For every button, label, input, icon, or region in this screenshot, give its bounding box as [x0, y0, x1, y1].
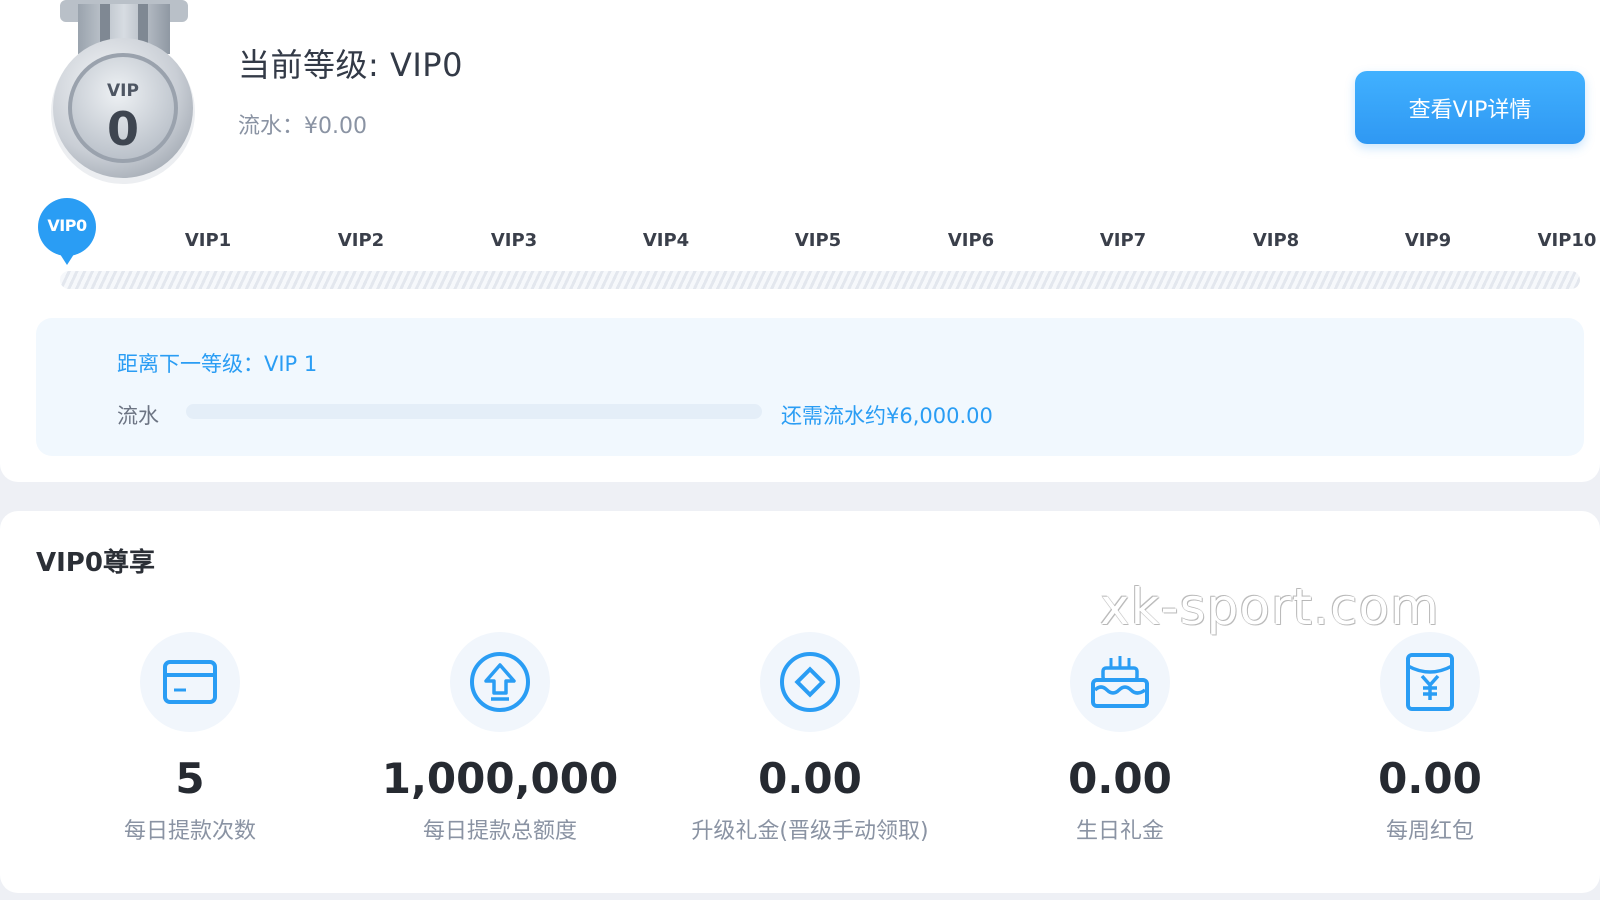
current-level-title: 当前等级: VIP0: [238, 46, 463, 84]
perk-value: 1,000,000: [381, 754, 619, 803]
level-vip9: VIP9: [1404, 230, 1452, 251]
next-level-panel: [36, 318, 1584, 456]
next-level-label: 距离下一等级：VIP 1: [117, 352, 318, 376]
current-level-pin-label: VIP0: [47, 216, 87, 235]
level-vip4: VIP4: [642, 230, 690, 251]
level-vip3: VIP3: [490, 230, 538, 251]
perk-value: 5: [175, 754, 205, 803]
flow-label: 流水: [117, 404, 159, 428]
perk-label: 每日提款次数: [123, 819, 256, 844]
flow-progress-bar: [186, 404, 762, 419]
perk-label: 每周红包: [1385, 819, 1474, 844]
birthday-cake-icon: [1070, 632, 1170, 732]
view-vip-details-button[interactable]: 查看VIP详情: [1355, 71, 1585, 144]
watermark: xk-sport.com: [1100, 578, 1440, 636]
perk-label: 每日提款总额度: [422, 819, 577, 844]
perk-label: 升级礼金(晋级手动领取): [691, 819, 929, 844]
level-vip6: VIP6: [947, 230, 995, 251]
perk-upgrade-bonus: 0.00 升级礼金(晋级手动领取): [660, 632, 960, 845]
level-vip1: VIP1: [184, 230, 232, 251]
red-envelope-icon: [1380, 632, 1480, 732]
perk-value: 0.00: [1068, 754, 1172, 803]
perk-value: 0.00: [758, 754, 862, 803]
level-vip8: VIP8: [1252, 230, 1300, 251]
remaining-turnover: 还需流水约¥6,000.00: [781, 404, 993, 428]
diamond-circle-icon: [760, 632, 860, 732]
level-progress-track: [60, 271, 1580, 289]
level-vip7: VIP7: [1099, 230, 1147, 251]
medal-vip-text: VIP: [107, 81, 139, 101]
privileges-title: VIP0尊享: [36, 548, 155, 578]
perk-weekly-red-envelope: 0.00 每周红包: [1280, 632, 1580, 845]
perk-daily-withdrawals: 5 每日提款次数: [40, 632, 340, 845]
credit-card-icon: [140, 632, 240, 732]
perk-birthday-bonus: 0.00 生日礼金: [970, 632, 1270, 845]
vip-medal-icon: VIP 0: [51, 0, 195, 184]
upload-circle-icon: [450, 632, 550, 732]
perk-label: 生日礼金: [1075, 819, 1164, 844]
level-vip10: VIP10: [1537, 230, 1597, 251]
perk-value: 0.00: [1378, 754, 1482, 803]
level-vip5: VIP5: [794, 230, 842, 251]
current-turnover: 流水：¥0.00: [238, 114, 367, 139]
level-vip2: VIP2: [337, 230, 385, 251]
perk-daily-withdraw-limit: 1,000,000 每日提款总额度: [350, 632, 650, 845]
medal-level-number: 0: [107, 102, 139, 156]
